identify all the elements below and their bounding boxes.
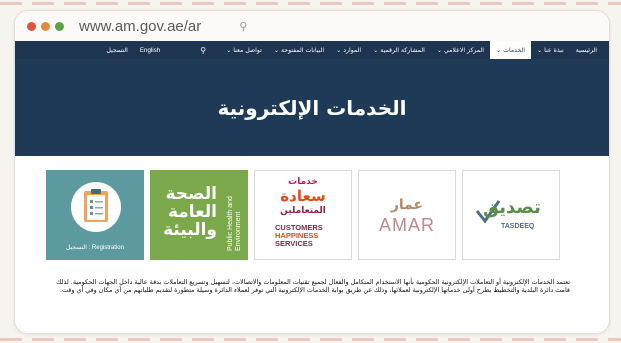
tasdeeq-card[interactable]: تصديق TASDEEQ — [462, 170, 560, 260]
address-search-icon[interactable]: ⚲ — [239, 20, 247, 33]
nav-services[interactable]: الخدمات ⌄ — [490, 41, 532, 59]
nav-home[interactable]: الرئيسية — [570, 41, 603, 59]
login-link[interactable]: التسجيل — [100, 47, 134, 54]
amar-logo-ar: عمار — [390, 197, 424, 213]
service-cards: التسجيل : Registration الصحة العامة والب… — [46, 170, 560, 260]
health-title-ar: الصحة العامة والبيئة — [163, 184, 217, 240]
customers-title-ar-3: المتعاملين — [280, 206, 326, 216]
window-close-dot[interactable] — [27, 21, 36, 31]
url-text[interactable]: www.am.gov.ae/ar — [79, 18, 201, 35]
main-navbar: الرئيسية نبذة عنا ⌄ الخدمات ⌄ المركز الا… — [15, 41, 609, 59]
tasdeeq-logo-en: TASDEEQ — [501, 223, 535, 230]
page-title: الخدمات الإلكترونية — [217, 95, 407, 120]
nav-search-icon[interactable]: ⚲ — [194, 46, 212, 55]
nav-media-center[interactable]: المركز الاعلامي ⌄ — [431, 41, 490, 59]
customers-en-line3: SERVICES — [275, 239, 313, 248]
tasdeeq-logo-ar: تصديق — [483, 197, 541, 218]
registration-caption: التسجيل : Registration — [66, 245, 124, 251]
language-switch[interactable]: English — [134, 47, 166, 54]
top-dashed-border — [0, 2, 621, 5]
health-title-en: Public Health and Environment — [227, 196, 242, 251]
public-health-card[interactable]: الصحة العامة والبيئة Public Health and E… — [150, 170, 248, 260]
address-bar: www.am.gov.ae/ar ⚲ — [15, 11, 609, 41]
nav-resources[interactable]: الموارد ⌄ — [330, 41, 367, 59]
clipboard-icon — [71, 182, 121, 232]
nav-contact[interactable]: تواصل معنا ⌄ — [220, 41, 268, 59]
bottom-dashed-border — [0, 338, 621, 341]
customers-title-en: CUSTOMERS HAPPINESS SERVICES — [275, 224, 323, 248]
window-minimize-dot[interactable] — [41, 21, 50, 31]
services-description: تعتمد الخدمات الإلكترونية أو التعاملات ا… — [56, 278, 570, 295]
registration-card[interactable]: التسجيل : Registration — [46, 170, 144, 260]
amar-card[interactable]: عمار AMAR — [358, 170, 456, 260]
amar-logo-en: AMAR — [378, 215, 435, 235]
hero-banner: الخدمات الإلكترونية — [15, 59, 609, 156]
customers-title-ar-2: سعادة — [280, 187, 326, 205]
window-maximize-dot[interactable] — [55, 21, 64, 31]
nav-open-data[interactable]: البيانات المفتوحة ⌄ — [268, 41, 330, 59]
nav-about[interactable]: نبذة عنا ⌄ — [531, 41, 570, 59]
customer-happiness-card[interactable]: خدمات سعادة المتعاملين CUSTOMERS HAPPINE… — [254, 170, 352, 260]
nav-digital-participation[interactable]: المشاركة الرقمية ⌄ — [367, 41, 431, 59]
customers-title-ar-1: خدمات — [288, 177, 318, 187]
